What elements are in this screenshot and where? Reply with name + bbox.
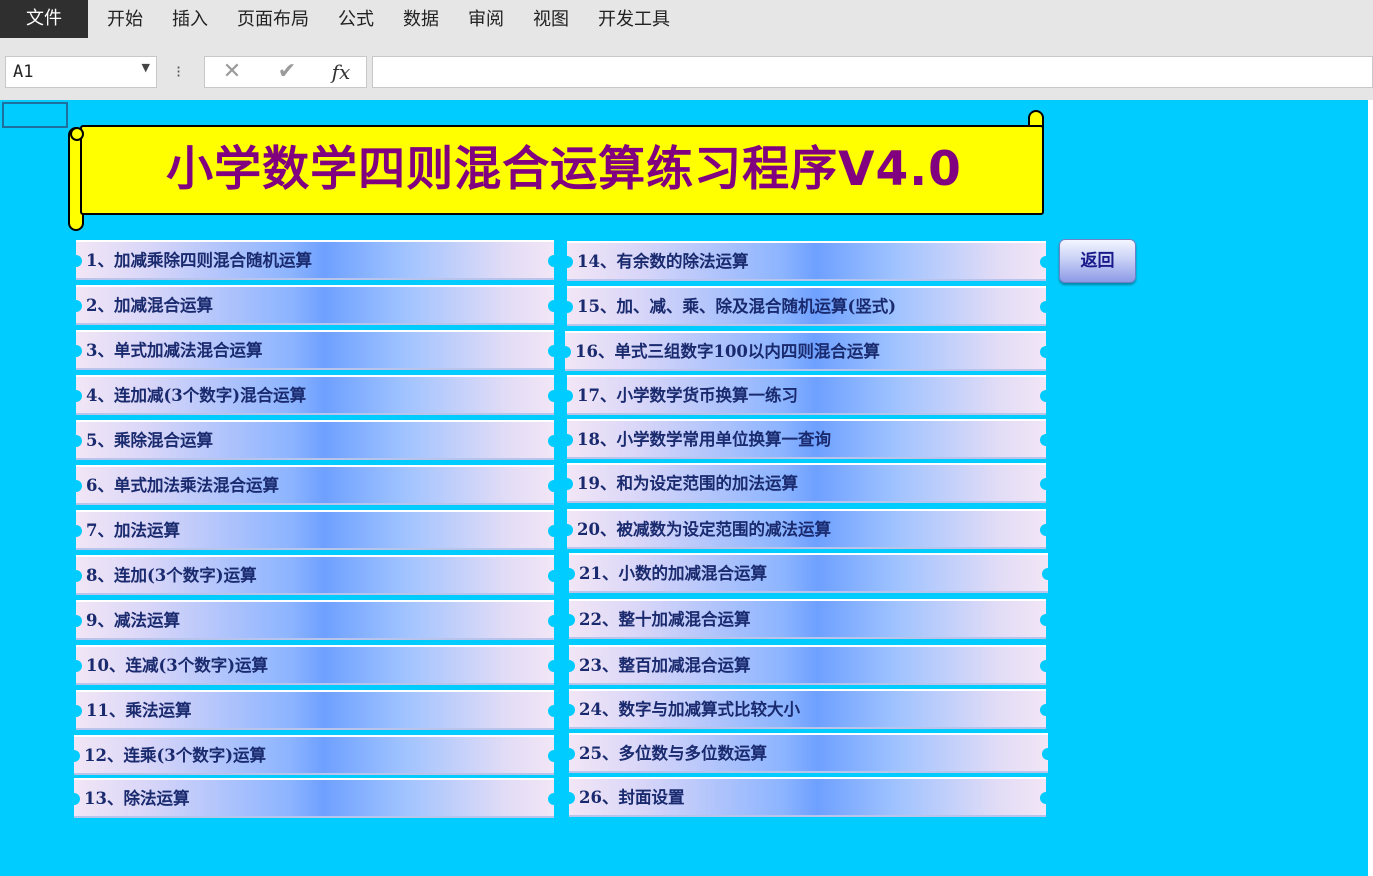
formula-buttons: ✕ ✔ fx — [204, 56, 367, 88]
menu-item-label: 20、被减数为设定范围的减法运算 — [577, 520, 831, 539]
menu-item-21[interactable]: 21、小数的加减混合运算 — [563, 553, 1054, 593]
menu-item-label: 11、乘法运算 — [86, 701, 192, 720]
menu-item-label: 16、单式三组数字100以内四则混合运算 — [575, 342, 880, 361]
menu-item-label: 24、数字与加减算式比较大小 — [579, 700, 800, 719]
menu-item-label: 4、连加减(3个数字)混合运算 — [86, 386, 307, 405]
menu-item-20[interactable]: 20、被减数为设定范围的减法运算 — [561, 509, 1052, 549]
menu-item-14[interactable]: 14、有余数的除法运算 — [561, 241, 1052, 281]
menu-item-label: 5、乘除混合运算 — [86, 431, 213, 450]
tab-file[interactable]: 文件 — [0, 0, 88, 38]
menu-item-8[interactable]: 8、连加(3个数字)运算 — [70, 555, 560, 595]
banner-scroll-curl — [70, 127, 84, 141]
menu-item-25[interactable]: 25、多位数与多位数运算 — [563, 733, 1054, 773]
tab-page-layout[interactable]: 页面布局 — [237, 0, 309, 40]
tab-home[interactable]: 开始 — [107, 0, 143, 40]
menu-item-label: 10、连减(3个数字)运算 — [86, 656, 269, 675]
menu-item-19[interactable]: 19、和为设定范围的加法运算 — [561, 463, 1052, 503]
tab-formulas[interactable]: 公式 — [338, 0, 374, 40]
title-banner: 小学数学四则混合运算练习程序V4.0 — [80, 125, 1044, 215]
back-button[interactable]: 返回 — [1059, 239, 1136, 283]
menu-item-label: 3、单式加减法混合运算 — [86, 341, 263, 360]
window-right-edge — [1368, 100, 1373, 876]
menu-item-15[interactable]: 15、加、减、乘、除及混合随机运算(竖式) — [561, 286, 1052, 326]
menu-item-9[interactable]: 9、减法运算 — [70, 600, 560, 640]
menu-item-label: 6、单式加法乘法混合运算 — [86, 476, 279, 495]
menu-item-2[interactable]: 2、加减混合运算 — [70, 285, 560, 325]
menu-item-16[interactable]: 16、单式三组数字100以内四则混合运算 — [559, 331, 1052, 371]
menu-item-label: 23、整百加减混合运算 — [579, 656, 751, 675]
tab-developer[interactable]: 开发工具 — [598, 0, 670, 40]
menu-item-17[interactable]: 17、小学数学货币换算一练习 — [561, 375, 1052, 415]
menu-item-label: 15、加、减、乘、除及混合随机运算(竖式) — [577, 297, 897, 316]
formula-bar: A1 ▼ ⁝ ✕ ✔ fx — [0, 40, 1373, 100]
selected-cell-a1[interactable] — [2, 102, 68, 128]
insert-function-icon[interactable]: fx — [325, 58, 357, 86]
menu-item-4[interactable]: 4、连加减(3个数字)混合运算 — [70, 375, 560, 415]
ribbon-tab-bar: 文件 开始 插入 页面布局 公式 数据 审阅 视图 开发工具 — [0, 0, 1373, 40]
menu-item-label: 13、除法运算 — [84, 789, 190, 808]
formula-input[interactable] — [372, 56, 1373, 88]
menu-item-label: 17、小学数学货币换算一练习 — [577, 386, 798, 405]
menu-item-label: 7、加法运算 — [86, 521, 180, 540]
menu-item-label: 21、小数的加减混合运算 — [579, 564, 767, 583]
menu-item-label: 9、减法运算 — [86, 611, 180, 630]
menu-item-label: 25、多位数与多位数运算 — [579, 744, 767, 763]
cancel-icon[interactable]: ✕ — [216, 58, 248, 86]
menu-item-5[interactable]: 5、乘除混合运算 — [70, 420, 560, 460]
menu-item-label: 14、有余数的除法运算 — [577, 252, 749, 271]
menu-item-22[interactable]: 22、整十加减混合运算 — [563, 599, 1052, 639]
worksheet: 小学数学四则混合运算练习程序V4.0 1、加减乘除四则混合随机运算 2、加减混合… — [0, 100, 1368, 876]
menu-item-3[interactable]: 3、单式加减法混合运算 — [70, 330, 560, 370]
menu-item-24[interactable]: 24、数字与加减算式比较大小 — [563, 689, 1052, 729]
menu-item-label: 22、整十加减混合运算 — [579, 610, 751, 629]
menu-item-label: 19、和为设定范围的加法运算 — [577, 474, 798, 493]
menu-item-label: 8、连加(3个数字)运算 — [86, 566, 257, 585]
menu-item-label: 26、封面设置 — [579, 788, 685, 807]
menu-item-11[interactable]: 11、乘法运算 — [70, 690, 560, 730]
enter-icon[interactable]: ✔ — [271, 58, 303, 86]
menu-item-12[interactable]: 12、连乘(3个数字)运算 — [68, 735, 560, 775]
menu-item-10[interactable]: 10、连减(3个数字)运算 — [70, 645, 560, 685]
chevron-down-icon[interactable]: ▼ — [142, 61, 150, 74]
menu-item-label: 12、连乘(3个数字)运算 — [84, 746, 267, 765]
menu-item-label: 2、加减混合运算 — [86, 296, 213, 315]
tab-insert[interactable]: 插入 — [172, 0, 208, 40]
menu-item-7[interactable]: 7、加法运算 — [70, 510, 560, 550]
tab-data[interactable]: 数据 — [403, 0, 439, 40]
tab-view[interactable]: 视图 — [533, 0, 569, 40]
menu-item-label: 18、小学数学常用单位换算一查询 — [577, 430, 831, 449]
menu-item-6[interactable]: 6、单式加法乘法混合运算 — [70, 465, 560, 505]
name-box[interactable]: A1 ▼ — [5, 56, 157, 88]
menu-item-label: 1、加减乘除四则混合随机运算 — [86, 251, 312, 270]
more-options-icon[interactable]: ⁝ — [176, 62, 181, 81]
page-title: 小学数学四则混合运算练习程序V4.0 — [166, 142, 962, 197]
menu-item-23[interactable]: 23、整百加减混合运算 — [563, 645, 1052, 685]
tab-review[interactable]: 审阅 — [468, 0, 504, 40]
menu-item-26[interactable]: 26、封面设置 — [563, 777, 1052, 817]
menu-item-13[interactable]: 13、除法运算 — [68, 778, 560, 818]
menu-item-1[interactable]: 1、加减乘除四则混合随机运算 — [70, 240, 560, 280]
name-box-value: A1 — [13, 62, 34, 82]
menu-item-18[interactable]: 18、小学数学常用单位换算一查询 — [561, 419, 1052, 459]
